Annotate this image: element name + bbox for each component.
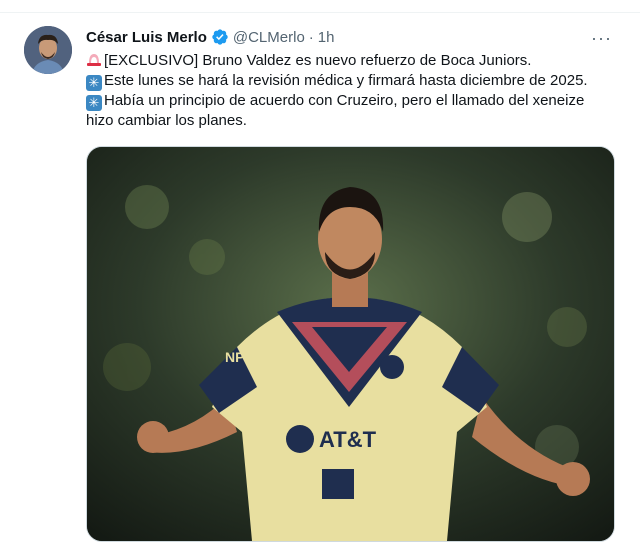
tweet-text: [EXCLUSIVO] Bruno Valdez es nuevo refuer… (86, 51, 626, 131)
verified-badge-icon (212, 29, 228, 45)
police-siren-icon (87, 54, 101, 66)
author-name[interactable]: César Luis Merlo (86, 29, 207, 46)
tweet-timestamp[interactable]: 1h (318, 29, 335, 46)
tweet-line-3-text: Había un principio de acuerdo con Cruzei… (104, 92, 585, 109)
tweet-line-4: hizo cambiar los planes. (86, 111, 626, 131)
tweet-line-1-text: [EXCLUSIVO] Bruno Valdez es nuevo refuer… (104, 52, 532, 69)
jersey-sponsor-text: AT&T (319, 427, 377, 452)
tweet-line-2-text: Este lunes se hará la revisión médica y … (104, 72, 588, 89)
tweet-photo[interactable]: AT&T NP (86, 146, 615, 542)
photo-football-player: AT&T NP (87, 147, 614, 541)
sparkle-icon: ✳ (86, 95, 102, 111)
author-avatar[interactable] (24, 26, 72, 74)
separator-dot: · (308, 28, 314, 46)
author-handle[interactable]: @CLMerlo (233, 29, 305, 46)
sparkle-icon: ✳ (86, 75, 102, 91)
shoulder-text: NP (225, 349, 244, 365)
tweet-header: César Luis Merlo @CLMerlo · 1h (86, 26, 334, 48)
tweet-line-2: ✳ Este lunes se hará la revisión médica y… (86, 71, 626, 91)
timeline-divider (0, 0, 640, 13)
tweet-line-1: [EXCLUSIVO] Bruno Valdez es nuevo refuer… (86, 51, 626, 71)
tweet-line-3: ✳ Había un principio de acuerdo con Cruze… (86, 91, 626, 111)
more-options-button[interactable]: ··· (591, 28, 612, 49)
tweet-line-4-text: hizo cambiar los planes. (86, 112, 247, 129)
avatar-image (24, 26, 72, 74)
